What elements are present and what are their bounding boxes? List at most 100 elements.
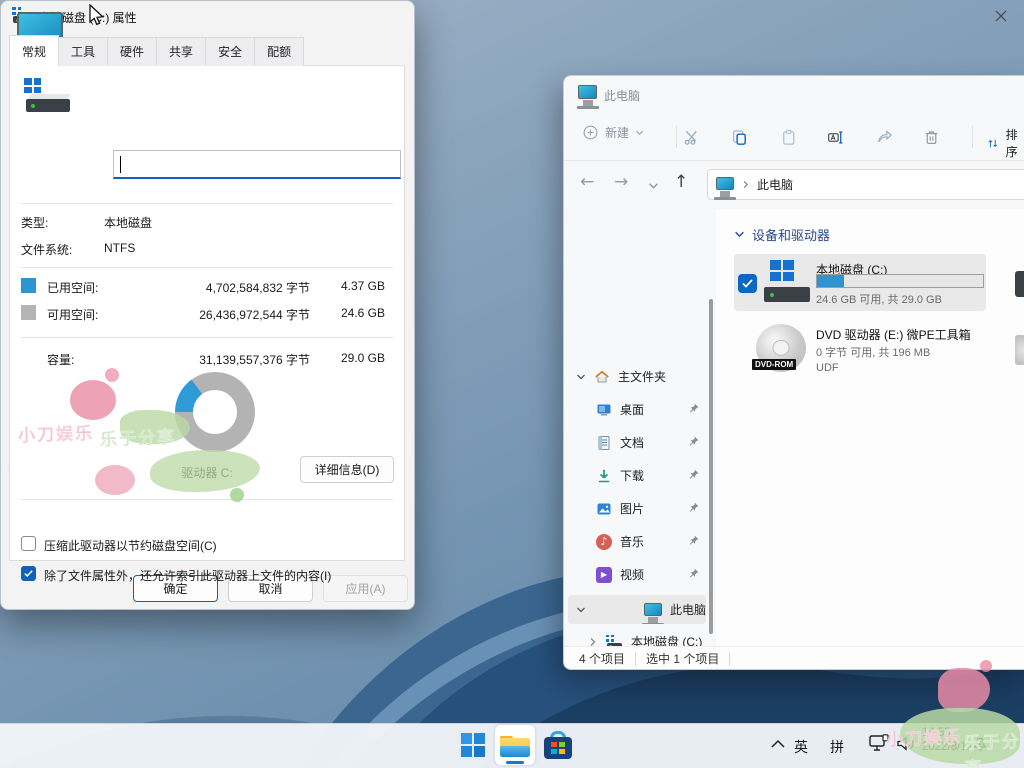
notifications-bell-icon[interactable]: z — [970, 733, 990, 753]
pin-icon[interactable] — [687, 501, 700, 514]
tab-tools[interactable]: 工具 — [58, 37, 108, 66]
new-button[interactable]: 新建 — [582, 124, 644, 141]
microsoft-store-icon — [544, 731, 572, 759]
breadcrumb-chevron-icon — [741, 180, 750, 189]
sidebar-item-documents[interactable]: 文档 — [568, 428, 706, 457]
tile-checkbox[interactable] — [738, 274, 757, 293]
this-pc-mini-icon — [716, 177, 734, 190]
ime-language-indicator[interactable]: 英 — [794, 737, 808, 757]
sort-arrows-icon — [986, 135, 1000, 152]
pin-icon[interactable] — [687, 468, 700, 481]
drive-c-large-icon — [762, 258, 812, 306]
sidebar-scrollbar[interactable] — [709, 299, 713, 634]
delete-button[interactable] — [914, 124, 948, 150]
tray-clock[interactable]: 14:55 2022/8/12 — [922, 726, 973, 754]
trash-icon — [922, 128, 941, 147]
paste-button[interactable] — [771, 124, 805, 150]
explorer-window: 此电脑 新建 排序 ← → — [563, 75, 1024, 670]
drive-filesystem: UDF — [816, 362, 839, 374]
sidebar-item-this-pc[interactable]: 此电脑 — [568, 595, 706, 624]
section-devices-and-drives[interactable]: 设备和驱动器 — [734, 225, 830, 244]
address-bar[interactable]: 此电脑 — [707, 169, 1024, 200]
ime-pinyin-indicator[interactable]: 拼 — [830, 737, 844, 757]
capacity-label: 容量: — [47, 351, 74, 368]
pictures-icon — [596, 501, 612, 517]
drive-tile-dvd-e[interactable]: DVD-ROM DVD 驱动器 (E:) 微PE工具箱 0 字节 可用, 共 1… — [734, 319, 986, 381]
section-label: 设备和驱动器 — [752, 225, 830, 244]
tab-sharing[interactable]: 共享 — [156, 37, 206, 66]
free-space-label: 可用空间: — [47, 306, 98, 323]
sidebar-item-music[interactable]: ♪ 音乐 — [568, 527, 706, 556]
pin-icon[interactable] — [687, 567, 700, 580]
sidebar-item-label: 桌面 — [620, 401, 644, 418]
pin-icon[interactable] — [687, 435, 700, 448]
sidebar-item-downloads[interactable]: 下载 — [568, 461, 706, 490]
capacity-bytes: 31,139,557,376 字节 — [160, 351, 310, 368]
explorer-toolbar: 新建 排序 — [564, 112, 1024, 161]
forward-icon[interactable]: → — [614, 172, 628, 192]
free-space-legend — [21, 305, 36, 320]
pin-icon[interactable] — [687, 534, 700, 547]
drive-icon — [24, 78, 72, 116]
copy-button[interactable] — [722, 124, 756, 150]
index-checkbox-label: 除了文件属性外，还允许索引此驱动器上文件的内容(I) — [44, 567, 331, 584]
apply-button[interactable]: 应用(A) — [323, 575, 408, 602]
index-checkbox[interactable] — [21, 566, 36, 581]
sort-button-label: 排序 — [1006, 126, 1024, 160]
scissors-icon — [682, 128, 701, 147]
volume-label-input[interactable] — [113, 150, 401, 179]
tray-chevron-up-icon[interactable] — [770, 738, 786, 750]
sidebar-item-label: 视频 — [620, 566, 644, 583]
sidebar-item-home[interactable]: 主文件夹 — [568, 362, 706, 391]
history-chevron-icon[interactable] — [648, 180, 659, 191]
details-button[interactable]: 详细信息(D) — [300, 456, 394, 483]
compress-checkbox[interactable] — [21, 536, 36, 551]
tab-general[interactable]: 常规 — [9, 35, 59, 66]
sidebar-item-pictures[interactable]: 图片 — [568, 494, 706, 523]
capacity-donut — [175, 372, 255, 452]
drive-tile-c[interactable]: 本地磁盘 (C:) 24.6 GB 可用, 共 29.0 GB — [734, 254, 986, 311]
tab-hardware[interactable]: 硬件 — [107, 37, 157, 66]
chevron-down-icon — [576, 605, 586, 615]
partial-dvd-icon — [1015, 335, 1024, 365]
rename-button[interactable] — [818, 124, 852, 150]
paste-icon — [779, 128, 798, 147]
taskbar-file-explorer[interactable] — [495, 725, 535, 765]
explorer-navbar: ← → ↑ 此电脑 — [564, 160, 1024, 209]
sidebar-item-label: 音乐 — [620, 533, 644, 550]
tab-quota[interactable]: 配额 — [254, 37, 304, 66]
item-count: 4 个项目 — [579, 650, 625, 667]
sidebar-item-videos[interactable]: ▶ 视频 — [568, 560, 706, 589]
chevron-down-icon — [576, 372, 586, 382]
copy-icon — [730, 128, 749, 147]
explorer-content: 设备和驱动器 本地磁盘 (C:) 24.6 GB 可用, 共 29.0 GB — [716, 209, 1024, 646]
start-button[interactable] — [453, 725, 493, 765]
selection-count: 选中 1 个项目 — [646, 650, 719, 667]
sort-button[interactable]: 排序 — [986, 126, 1024, 160]
home-icon — [594, 369, 610, 385]
dvd-rom-badge: DVD-ROM — [752, 359, 796, 370]
sidebar-item-desktop[interactable]: 桌面 — [568, 395, 706, 424]
taskbar-microsoft-store[interactable] — [538, 725, 578, 765]
sidebar-item-label: 主文件夹 — [618, 368, 666, 385]
tab-security[interactable]: 安全 — [205, 37, 255, 66]
type-label: 类型: — [21, 214, 48, 231]
capacity-bar-fill — [817, 275, 844, 287]
volume-tray-icon[interactable] — [896, 735, 916, 752]
properties-dialog: 本地磁盘 (C:) 属性 常规 工具 硬件 共享 安全 配额 类型: 本地磁盘 … — [0, 0, 415, 610]
document-icon — [596, 435, 612, 451]
share-button[interactable] — [867, 124, 901, 150]
sidebar-item-label: 图片 — [620, 500, 644, 517]
up-icon[interactable]: ↑ — [674, 172, 688, 192]
cut-button[interactable] — [674, 124, 708, 150]
breadcrumb: 此电脑 — [757, 176, 793, 193]
network-tray-icon[interactable] — [868, 734, 890, 753]
pin-icon[interactable] — [687, 402, 700, 415]
close-icon[interactable] — [994, 9, 1008, 23]
new-button-label: 新建 — [605, 124, 629, 141]
back-icon[interactable]: ← — [580, 172, 594, 192]
section-chevron-icon — [734, 229, 745, 240]
drive-name: DVD 驱动器 (E:) 微PE工具箱 — [816, 326, 971, 343]
download-icon — [596, 468, 612, 484]
free-space-bytes: 26,436,972,544 字节 — [160, 306, 310, 323]
